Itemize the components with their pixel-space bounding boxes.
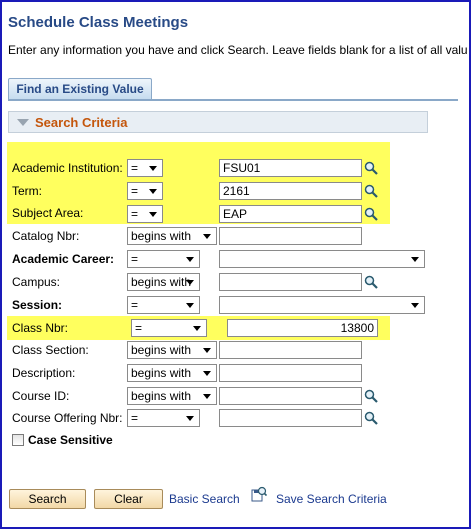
label-course-offering-nbr: Course Offering Nbr: [12, 411, 123, 425]
academic-institution-input[interactable]: FSU01 [219, 159, 362, 177]
operator-class-nbr[interactable]: = [131, 319, 207, 337]
chevron-down-icon [411, 257, 419, 262]
chevron-down-icon [149, 212, 157, 217]
operator-academic-institution[interactable]: = [127, 159, 163, 177]
course-id-input[interactable] [219, 387, 362, 405]
chevron-down-icon [186, 257, 194, 262]
operator-value: = [135, 321, 143, 335]
label-catalog-nbr: Catalog Nbr: [12, 229, 80, 243]
collapse-triangle-icon[interactable] [17, 119, 29, 126]
chevron-down-icon [186, 303, 194, 308]
label-subject-area: Subject Area: [12, 206, 84, 220]
instructions-text: Enter any information you have and click… [8, 43, 468, 57]
clear-button[interactable]: Clear [94, 489, 163, 509]
campus-input[interactable] [219, 273, 362, 291]
operator-value: begins with [131, 275, 192, 289]
chevron-down-icon [149, 166, 157, 171]
label-course-id: Course ID: [12, 389, 70, 403]
chevron-down-icon [186, 280, 194, 285]
case-sensitive-checkbox[interactable] [12, 434, 24, 446]
magnifier-icon[interactable] [364, 184, 378, 198]
catalog-nbr-input[interactable] [219, 227, 362, 245]
basic-search-link[interactable]: Basic Search [169, 492, 240, 506]
operator-description[interactable]: begins with [127, 364, 217, 382]
label-academic-career: Academic Career: [12, 252, 115, 266]
magnifier-icon[interactable] [364, 411, 378, 425]
label-term: Term: [12, 184, 42, 198]
magnifier-icon[interactable] [364, 275, 378, 289]
operator-value: = [131, 252, 139, 266]
label-academic-institution: Academic Institution: [12, 161, 123, 175]
chevron-down-icon [193, 326, 201, 331]
academic-career-select[interactable] [219, 250, 425, 268]
magnifier-icon[interactable] [364, 207, 378, 221]
course-offering-nbr-input[interactable] [219, 409, 362, 427]
chevron-down-icon [411, 303, 419, 308]
search-button[interactable]: Search [9, 489, 86, 509]
operator-academic-career[interactable]: = [127, 250, 200, 268]
operator-value: = [131, 207, 139, 221]
term-input[interactable]: 2161 [219, 182, 362, 200]
chevron-down-icon [203, 348, 211, 353]
operator-session[interactable]: = [127, 296, 200, 314]
operator-value: = [131, 184, 139, 198]
session-select[interactable] [219, 296, 425, 314]
operator-value: = [131, 298, 139, 312]
operator-value: begins with [131, 389, 192, 403]
chevron-down-icon [203, 371, 211, 376]
magnifier-icon[interactable] [364, 161, 378, 175]
tab-underline [8, 99, 458, 101]
label-session: Session: [12, 298, 63, 312]
save-search-criteria-link[interactable]: Save Search Criteria [276, 492, 387, 506]
class-nbr-input[interactable]: 13800 [227, 319, 378, 337]
operator-value: begins with [131, 366, 192, 380]
label-class-section: Class Section: [12, 343, 89, 357]
operator-course-id[interactable]: begins with [127, 387, 217, 405]
description-input[interactable] [219, 364, 362, 382]
operator-campus[interactable]: begins with [127, 273, 200, 291]
operator-value: = [131, 411, 139, 425]
operator-class-section[interactable]: begins with [127, 341, 217, 359]
subject-area-input[interactable]: EAP [219, 205, 362, 223]
search-criteria-title: Search Criteria [35, 115, 128, 130]
label-class-nbr: Class Nbr: [12, 321, 69, 335]
label-campus: Campus: [12, 275, 61, 289]
search-criteria-header[interactable]: Search Criteria [8, 111, 428, 133]
chevron-down-icon [186, 416, 194, 421]
magnifier-icon[interactable] [364, 389, 378, 403]
chevron-down-icon [203, 234, 211, 239]
operator-value: begins with [131, 343, 192, 357]
chevron-down-icon [149, 189, 157, 194]
window-frame: Schedule Class Meetings Enter any inform… [0, 0, 471, 529]
page-title: Schedule Class Meetings [8, 14, 189, 31]
operator-value: begins with [131, 229, 192, 243]
chevron-down-icon [203, 394, 211, 399]
tab-find-existing-value[interactable]: Find an Existing Value [8, 78, 152, 99]
class-section-input[interactable] [219, 341, 362, 359]
operator-catalog-nbr[interactable]: begins with [127, 227, 217, 245]
operator-value: = [131, 161, 139, 175]
operator-subject-area[interactable]: = [127, 205, 163, 223]
save-search-icon[interactable] [251, 486, 267, 502]
operator-course-offering-nbr[interactable]: = [127, 409, 200, 427]
label-description: Description: [12, 366, 76, 380]
case-sensitive-label: Case Sensitive [28, 433, 113, 447]
operator-term[interactable]: = [127, 182, 163, 200]
